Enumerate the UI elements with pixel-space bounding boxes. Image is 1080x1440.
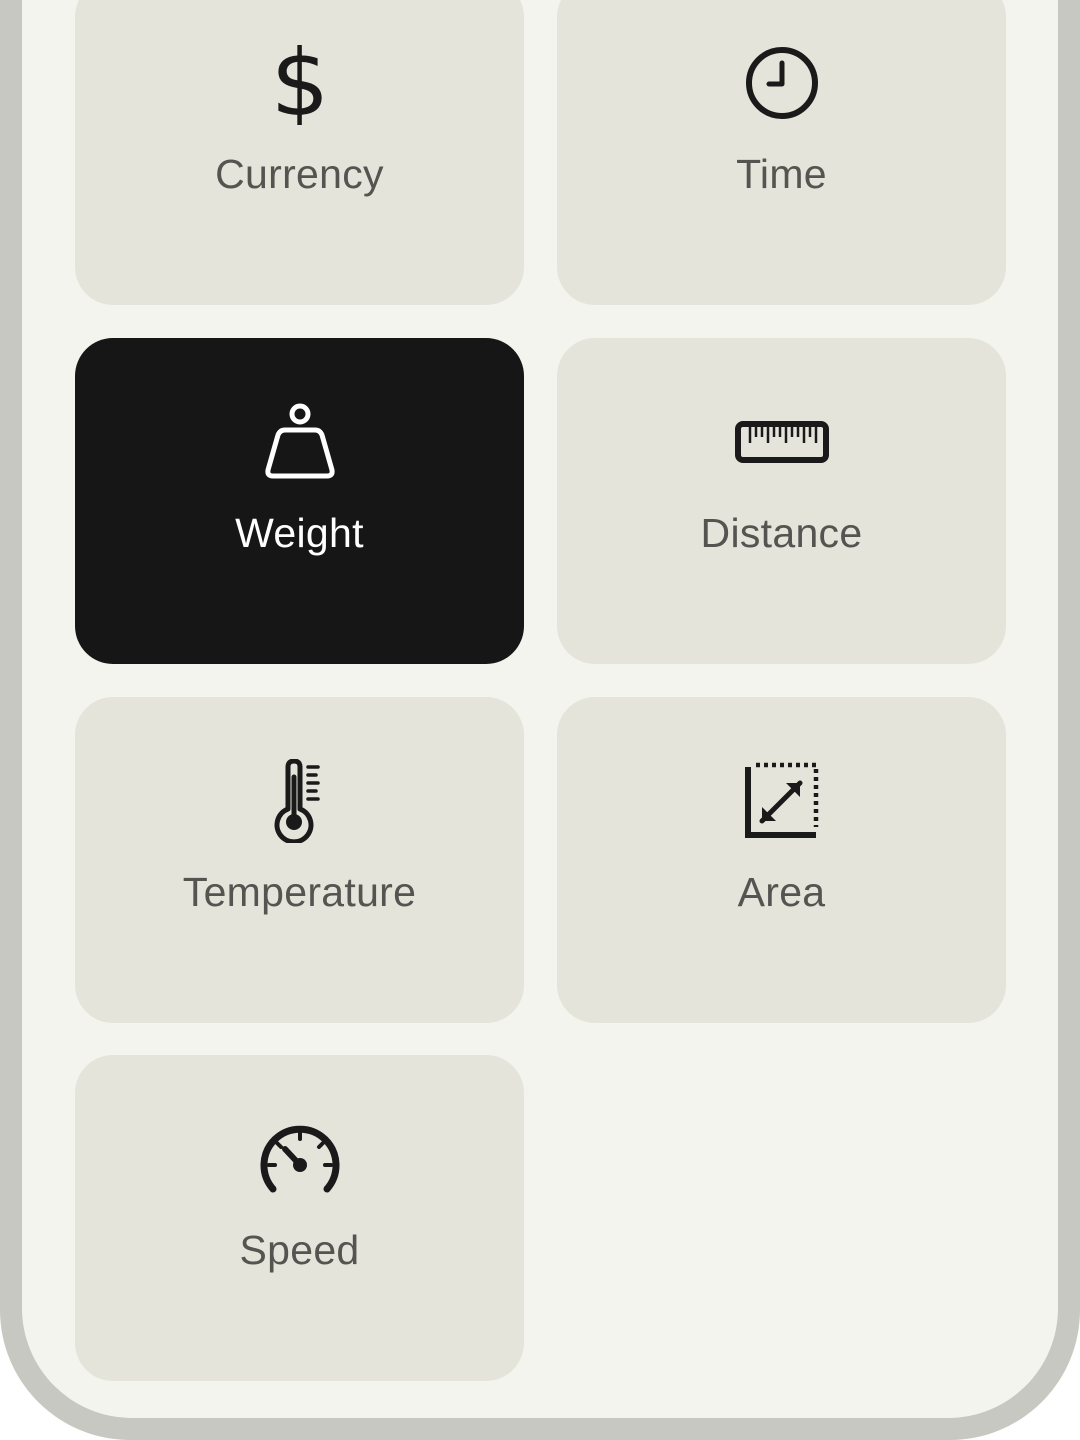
category-tile-time[interactable]: Time: [557, 0, 1006, 305]
category-label: Distance: [700, 510, 863, 556]
area-icon: [557, 759, 1006, 843]
thermometer-icon: [75, 759, 524, 843]
weight-icon: [75, 400, 524, 484]
category-label: Currency: [215, 151, 384, 197]
category-tile-speed[interactable]: Speed: [75, 1055, 524, 1381]
category-tile-temperature[interactable]: Temperature: [75, 697, 524, 1023]
category-label: Temperature: [182, 869, 417, 915]
category-tile-area[interactable]: Area: [557, 697, 1006, 1023]
category-tile-currency[interactable]: $ Currency: [75, 0, 524, 305]
category-tile-weight[interactable]: Weight: [75, 338, 524, 664]
svg-text:$: $: [270, 41, 329, 125]
speedometer-icon: [75, 1117, 524, 1201]
category-tile-distance[interactable]: Distance: [557, 338, 1006, 664]
dollar-icon: $: [75, 41, 524, 125]
category-label: Speed: [239, 1227, 360, 1273]
ruler-icon: [557, 400, 1006, 484]
category-label: Area: [737, 869, 826, 915]
category-label: Weight: [235, 510, 364, 556]
category-label: Time: [736, 151, 827, 197]
clock-icon: [557, 41, 1006, 125]
